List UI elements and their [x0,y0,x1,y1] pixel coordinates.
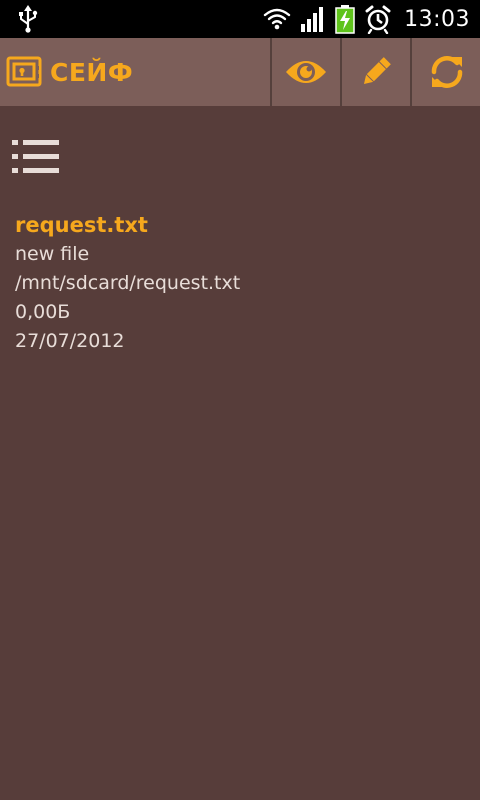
file-description: new file [15,243,90,265]
list-icon[interactable] [12,138,60,176]
action-bar: СЕЙФ [0,38,480,106]
refresh-button[interactable] [410,38,480,106]
alarm-icon [365,5,391,34]
edit-button[interactable] [340,38,410,106]
status-bar: 13:03 [0,0,480,38]
pencil-icon [363,57,391,85]
app-title-area[interactable]: СЕЙФ [6,38,133,106]
status-time: 13:03 [404,6,470,32]
safe-icon [6,56,42,87]
eye-icon [286,61,326,83]
signal-icon [301,7,324,32]
wifi-icon [263,8,291,30]
view-button[interactable] [270,38,340,106]
file-name: request.txt [15,213,148,237]
refresh-icon [431,56,463,88]
file-path: /mnt/sdcard/request.txt [15,272,241,294]
file-size: 0,00Б [15,301,71,323]
file-list-item[interactable]: request.txt new file /mnt/sdcard/request… [15,210,240,356]
file-date: 27/07/2012 [15,330,125,352]
app-title: СЕЙФ [50,57,134,87]
battery-charging-icon [335,5,355,34]
usb-icon [19,5,38,33]
